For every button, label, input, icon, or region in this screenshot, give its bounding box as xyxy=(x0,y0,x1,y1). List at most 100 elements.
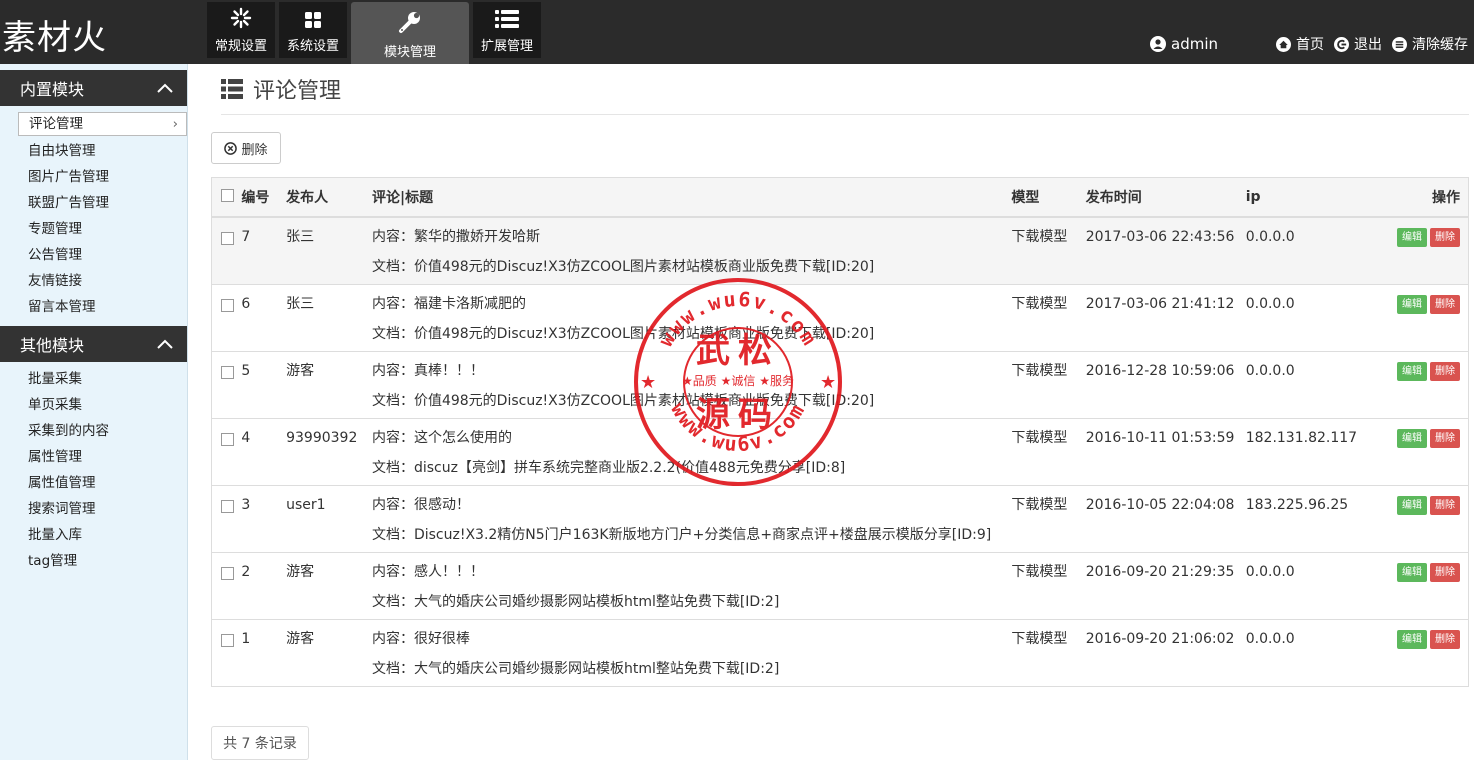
sidebar-item-attributes[interactable]: 属性管理 xyxy=(0,444,187,470)
col-time: 发布时间 xyxy=(1085,177,1246,218)
cell-time: 2017-03-06 21:41:12 xyxy=(1085,295,1235,312)
cell-doc-link[interactable]: 文档：大气的婚庆公司婚纱摄影网站模板html整站免费下载[ID:2] xyxy=(372,649,1011,679)
col-id: 编号 xyxy=(241,177,287,218)
row-checkbox[interactable] xyxy=(221,566,234,580)
cell-content: 内容：很感动！ xyxy=(371,496,470,513)
cell-doc-link[interactable]: 文档：大气的婚庆公司婚纱摄影网站模板html整站免费下载[ID:2] xyxy=(372,582,1011,612)
table-row: 6 张三 内容：福建卡洛斯减肥的 文档：价值498元的Discuz!X3仿ZCOOL图… xyxy=(211,283,1469,351)
sidebar-item-guestbook[interactable]: 留言本管理 xyxy=(0,294,187,320)
logout-link[interactable]: 退出 xyxy=(1334,34,1382,54)
logout-label: 退出 xyxy=(1354,37,1382,53)
user-icon xyxy=(1150,36,1166,52)
row-actions: 编辑 删除 xyxy=(1357,419,1468,448)
cell-author: 93990392 xyxy=(286,429,358,446)
list-icon xyxy=(221,79,243,99)
batch-delete-button[interactable]: 删除 xyxy=(211,132,281,164)
row-checkbox[interactable] xyxy=(221,298,234,312)
row-checkbox[interactable] xyxy=(221,232,234,245)
site-logo[interactable]: 素材火 xyxy=(2,10,107,59)
page-title-text: 评论管理 xyxy=(253,79,342,104)
col-ip: ip xyxy=(1245,177,1358,218)
cell-content: 内容：繁华的撒娇开发哈斯 xyxy=(371,229,540,245)
delete-button[interactable]: 删除 xyxy=(1430,495,1460,515)
delete-button[interactable]: 删除 xyxy=(1430,361,1460,381)
delete-button[interactable]: 删除 xyxy=(1430,629,1460,649)
row-checkbox[interactable] xyxy=(221,432,234,446)
table-row: 7 张三 内容：繁华的撒娇开发哈斯 文档：价值498元的Discuz!X3仿ZCOOL… xyxy=(211,216,1469,284)
sidebar-group-builtin-header[interactable]: 内置模块 xyxy=(0,70,187,106)
sidebar-item-topics[interactable]: 专题管理 xyxy=(0,216,187,242)
select-all-checkbox[interactable] xyxy=(221,188,234,202)
row-actions: 编辑 删除 xyxy=(1357,285,1468,314)
cell-author: 游客 xyxy=(286,630,315,647)
delete-button[interactable]: 删除 xyxy=(1430,428,1460,448)
cell-doc-link[interactable]: 文档：Discuz!X3.2精仿N5门户163K新版地方门户+分类信息+商家点评… xyxy=(372,515,1011,545)
home-link[interactable]: 首页 xyxy=(1276,34,1324,54)
sidebar-item-batch-collect[interactable]: 批量采集 xyxy=(0,366,187,392)
delete-button[interactable]: 删除 xyxy=(1430,562,1460,582)
col-ops: 操作 xyxy=(1357,177,1469,218)
cell-doc-link[interactable]: 文档：价值498元的Discuz!X3仿ZCOOL图片素材站模板商业版免费下载[… xyxy=(372,381,1011,411)
cell-content: 内容：真棒！！！ xyxy=(371,362,484,379)
sidebar-item-search-terms[interactable]: 搜索词管理 xyxy=(0,496,187,522)
tab-extension-management[interactable]: 扩展管理 xyxy=(473,2,541,58)
delete-button[interactable]: 删除 xyxy=(1430,228,1460,247)
cell-model: 下载模型 xyxy=(1011,429,1068,446)
sidebar-item-image-ads[interactable]: 图片广告管理 xyxy=(0,164,187,190)
user-menu[interactable]: admin xyxy=(1150,35,1218,53)
delete-button[interactable]: 删除 xyxy=(1430,294,1460,314)
cell-ip: 0.0.0.0 xyxy=(1245,229,1295,245)
top-nav: 常规设置 系统设置 模块管理 扩展管理 xyxy=(207,2,541,64)
sidebar-item-comments[interactable]: 评论管理 › xyxy=(18,112,187,136)
sidebar-item-announcements[interactable]: 公告管理 xyxy=(0,242,187,268)
tab-system-settings[interactable]: 系统设置 xyxy=(279,2,347,58)
sidebar-item-single-collect[interactable]: 单页采集 xyxy=(0,392,187,418)
sidebar-item-collected-content[interactable]: 采集到的内容 xyxy=(0,418,187,444)
cell-time: 2016-12-28 10:59:06 xyxy=(1085,362,1235,379)
cell-id: 6 xyxy=(241,295,251,312)
cell-id: 3 xyxy=(241,496,251,513)
sidebar-group-other-header[interactable]: 其他模块 xyxy=(0,326,187,362)
sidebar-item-free-blocks[interactable]: 自由块管理 xyxy=(0,138,187,164)
sidebar-item-batch-import[interactable]: 批量入库 xyxy=(0,522,187,548)
cell-model: 下载模型 xyxy=(1011,295,1068,312)
cell-ip: 0.0.0.0 xyxy=(1245,563,1295,580)
edit-button[interactable]: 编辑 xyxy=(1397,562,1427,582)
cache-icon xyxy=(1392,36,1407,52)
tab-module-management[interactable]: 模块管理 xyxy=(351,2,469,64)
cell-doc-link[interactable]: 文档：价值498元的Discuz!X3仿ZCOOL图片素材站模板商业版免费下载[… xyxy=(372,314,1011,344)
edit-button[interactable]: 编辑 xyxy=(1397,228,1427,247)
row-checkbox[interactable] xyxy=(221,633,234,647)
edit-button[interactable]: 编辑 xyxy=(1397,629,1427,649)
main-content: 评论管理 删除 编号 发布人 评论|标题 模型 发布时间 ip 操作 7 张三 内容… xyxy=(211,64,1469,760)
tab-general-settings[interactable]: 常规设置 xyxy=(207,2,275,58)
edit-button[interactable]: 编辑 xyxy=(1397,495,1427,515)
sidebar-item-attribute-values[interactable]: 属性值管理 xyxy=(0,470,187,496)
cell-doc-link[interactable]: 文档：discuz【亮剑】拼车系统完整商业版2.2.2(价值488元免费分享[I… xyxy=(372,448,1011,478)
row-checkbox[interactable] xyxy=(221,499,234,513)
table-row: 4 93990392 内容：这个怎么使用的 文档：discuz【亮剑】拼车系统完整商业… xyxy=(211,417,1469,485)
table-header-row: 编号 发布人 评论|标题 模型 发布时间 ip 操作 xyxy=(211,177,1469,218)
clear-cache-link[interactable]: 清除缓存 xyxy=(1392,34,1468,54)
clear-cache-label: 清除缓存 xyxy=(1412,37,1468,53)
cell-id: 1 xyxy=(241,630,251,647)
row-checkbox[interactable] xyxy=(221,365,234,379)
table-row: 5 游客 内容：真棒！！！ 文档：价值498元的Discuz!X3仿ZCOOL图片素材… xyxy=(211,350,1469,418)
snowflake-icon xyxy=(230,7,252,29)
cell-author: 游客 xyxy=(286,563,315,580)
cell-doc-link[interactable]: 文档：价值498元的Discuz!X3仿ZCOOL图片素材站模板商业版免费下载[… xyxy=(372,247,1011,277)
row-actions: 编辑 删除 xyxy=(1357,486,1468,515)
cell-model: 下载模型 xyxy=(1011,563,1068,580)
edit-button[interactable]: 编辑 xyxy=(1397,294,1427,314)
cell-time: 2017-03-06 22:43:56 xyxy=(1085,229,1235,245)
row-actions: 编辑 删除 xyxy=(1357,553,1468,582)
sidebar-item-affiliate-ads[interactable]: 联盟广告管理 xyxy=(0,190,187,216)
total-records: 共 7 条记录 xyxy=(211,726,309,760)
sidebar-item-links[interactable]: 友情链接 xyxy=(0,268,187,294)
cell-model: 下载模型 xyxy=(1011,630,1068,647)
cell-ip: 0.0.0.0 xyxy=(1245,362,1295,379)
edit-button[interactable]: 编辑 xyxy=(1397,428,1427,448)
cell-author: user1 xyxy=(286,496,326,513)
sidebar-item-tags[interactable]: tag管理 xyxy=(0,548,187,574)
edit-button[interactable]: 编辑 xyxy=(1397,361,1427,381)
